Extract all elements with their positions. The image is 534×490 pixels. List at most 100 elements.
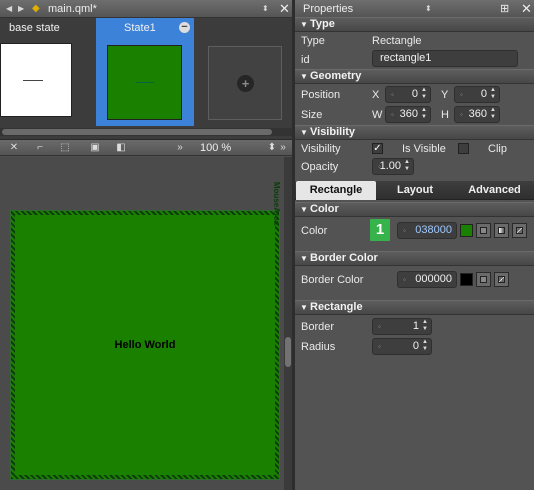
snap-tool-icon[interactable]: ▣ — [88, 141, 102, 155]
toolbar-overflow-icon[interactable]: » — [276, 141, 290, 155]
color-hex-field[interactable]: ◦ 038000 — [397, 222, 457, 239]
states-scrollbar[interactable] — [0, 128, 292, 136]
close-properties-icon[interactable]: ✕ — [521, 1, 532, 17]
opacity-label: Opacity — [301, 161, 339, 173]
border-color-swatch[interactable] — [460, 273, 473, 286]
document-title[interactable]: main.qml* — [48, 1, 97, 17]
select-tool-icon[interactable]: ⬚ — [58, 141, 72, 155]
states-scrollbar-thumb[interactable] — [2, 129, 272, 135]
solid-color-icon — [480, 227, 487, 234]
spinbox-dot-icon: ◦ — [403, 275, 406, 284]
border-color-hex-field[interactable]: ◦ 000000 — [397, 271, 457, 288]
cross-tool-icon[interactable]: ✕ — [7, 141, 21, 155]
properties-title: Properties — [303, 3, 354, 15]
selected-rectangle[interactable]: Hello World MouseArea — [10, 182, 281, 480]
add-state-button[interactable]: + — [208, 46, 282, 120]
opacity-spinbox[interactable]: ◦ 1.00 ▲ ▼ — [372, 158, 414, 175]
canvas-scrollbar[interactable] — [284, 157, 292, 490]
border-no-color-button[interactable] — [494, 272, 509, 287]
solid-color-button[interactable] — [476, 223, 491, 238]
clip-label: Clip — [488, 143, 507, 155]
state1-card[interactable]: State1 − — [96, 18, 194, 126]
spinner-arrows-icon[interactable]: ▲ ▼ — [489, 87, 497, 101]
height-spinbox[interactable]: ◦ 360 ▲ ▼ — [454, 106, 500, 123]
document-tabbar: ◀ ▶ ◆ main.qml* ⬍ ✕ — [0, 0, 292, 18]
border-color-hex-value: 000000 — [415, 273, 452, 285]
close-document-icon[interactable]: ✕ — [279, 1, 290, 17]
bounding-box-icon[interactable]: ◧ — [114, 141, 128, 155]
callout-badge: 1 — [370, 219, 390, 241]
expanded-triangle-icon: ▼ — [300, 72, 308, 81]
w-label: W — [372, 109, 383, 121]
spinbox-dot-icon: ◦ — [460, 90, 463, 99]
checkmark-icon: ✓ — [373, 143, 382, 154]
base-state-thumbnail[interactable] — [0, 43, 72, 117]
anchor-tool-icon[interactable]: ⌐ — [33, 141, 47, 155]
spinner-arrows-icon[interactable]: ▲ ▼ — [489, 107, 497, 121]
type-section-header[interactable]: ▼ Type — [295, 17, 534, 32]
is-visible-label: Is Visible — [402, 143, 446, 155]
rectangle-section-header[interactable]: ▼ Rectangle — [295, 300, 534, 315]
spinner-arrows-icon[interactable]: ▲ ▼ — [420, 87, 428, 101]
design-canvas[interactable]: Hello World MouseArea — [0, 157, 284, 490]
zoom-level[interactable]: 100 % — [200, 140, 231, 156]
width-spinbox[interactable]: ◦ 360 ▲ ▼ — [385, 106, 431, 123]
forward-arrow-icon[interactable]: ▶ — [18, 1, 24, 17]
properties-pane: Properties ⬍ ⊞ ✕ ▼ Type Type Rectangle id… — [295, 0, 534, 490]
canvas-scrollbar-thumb[interactable] — [285, 337, 291, 367]
clip-checkbox[interactable] — [458, 143, 469, 154]
tab-advanced[interactable]: Advanced — [455, 181, 534, 200]
no-color-button[interactable] — [512, 223, 527, 238]
spinner-arrows-icon[interactable]: ▲ ▼ — [421, 319, 429, 333]
properties-titlebar: Properties ⬍ ⊞ ✕ — [295, 0, 534, 18]
base-state-label[interactable]: base state — [9, 22, 60, 34]
properties-dropdown-icon[interactable]: ⬍ — [425, 1, 432, 17]
border-width-spinbox[interactable]: ◦ 1 ▲ ▼ — [372, 318, 432, 335]
y-spinbox[interactable]: ◦ 0 ▲ ▼ — [454, 86, 500, 103]
h-label: H — [441, 109, 449, 121]
no-color-icon — [498, 276, 505, 283]
canvas-toolbar: ✕ ⌐ ⬚ ▣ ◧ » 100 % ⬍ » — [0, 140, 292, 156]
remove-state-icon[interactable]: − — [179, 22, 190, 33]
type-label: Type — [301, 35, 325, 47]
more-tools-icon[interactable]: » — [173, 141, 187, 155]
is-visible-checkbox[interactable]: ✓ — [372, 143, 383, 154]
spinbox-dot-icon: ◦ — [391, 110, 394, 119]
expanded-triangle-icon: ▼ — [300, 205, 308, 214]
expanded-triangle-icon: ▼ — [300, 20, 308, 29]
split-view-icon[interactable]: ⊞ — [500, 1, 509, 17]
id-field[interactable]: rectangle1 — [372, 50, 518, 67]
color-hex-value: 038000 — [415, 224, 452, 236]
spinner-arrows-icon[interactable]: ▲ ▼ — [420, 107, 428, 121]
spinbox-dot-icon: ◦ — [378, 322, 381, 331]
spinner-arrows-icon[interactable]: ▲ ▼ — [403, 159, 411, 173]
position-label: Position — [301, 89, 341, 101]
border-solid-button[interactable] — [476, 272, 491, 287]
back-arrow-icon[interactable]: ◀ — [6, 1, 12, 17]
visibility-section-header[interactable]: ▼ Visibility — [295, 125, 534, 140]
y-value: 0 — [480, 88, 487, 100]
border-color-section-header[interactable]: ▼ Border Color — [295, 251, 534, 266]
color-section-header[interactable]: ▼ Color — [295, 202, 534, 217]
spinbox-dot-icon: ◦ — [378, 342, 381, 351]
width-value: 360 — [399, 108, 418, 120]
thumbnail-text-mark — [136, 82, 154, 83]
spinner-arrows-icon[interactable]: ▲ ▼ — [421, 339, 429, 353]
no-color-icon — [516, 227, 523, 234]
solid-color-icon — [480, 276, 487, 283]
gradient-icon — [498, 227, 505, 234]
color-swatch[interactable] — [460, 224, 473, 237]
border-width-value: 1 — [412, 320, 419, 332]
expanded-triangle-icon: ▼ — [300, 254, 308, 263]
tab-rectangle[interactable]: Rectangle — [296, 181, 376, 200]
geometry-section-header[interactable]: ▼ Geometry — [295, 69, 534, 84]
radius-spinbox[interactable]: ◦ 0 ▲ ▼ — [372, 338, 432, 355]
radius-value: 0 — [412, 340, 419, 352]
hello-world-text[interactable]: Hello World — [11, 339, 279, 351]
mousearea-label: MouseArea — [272, 181, 281, 225]
tab-layout[interactable]: Layout — [379, 181, 451, 200]
gradient-button[interactable] — [494, 223, 509, 238]
y-label: Y — [441, 89, 449, 101]
x-spinbox[interactable]: ◦ 0 ▲ ▼ — [385, 86, 431, 103]
document-dropdown-icon[interactable]: ⬍ — [262, 1, 269, 17]
